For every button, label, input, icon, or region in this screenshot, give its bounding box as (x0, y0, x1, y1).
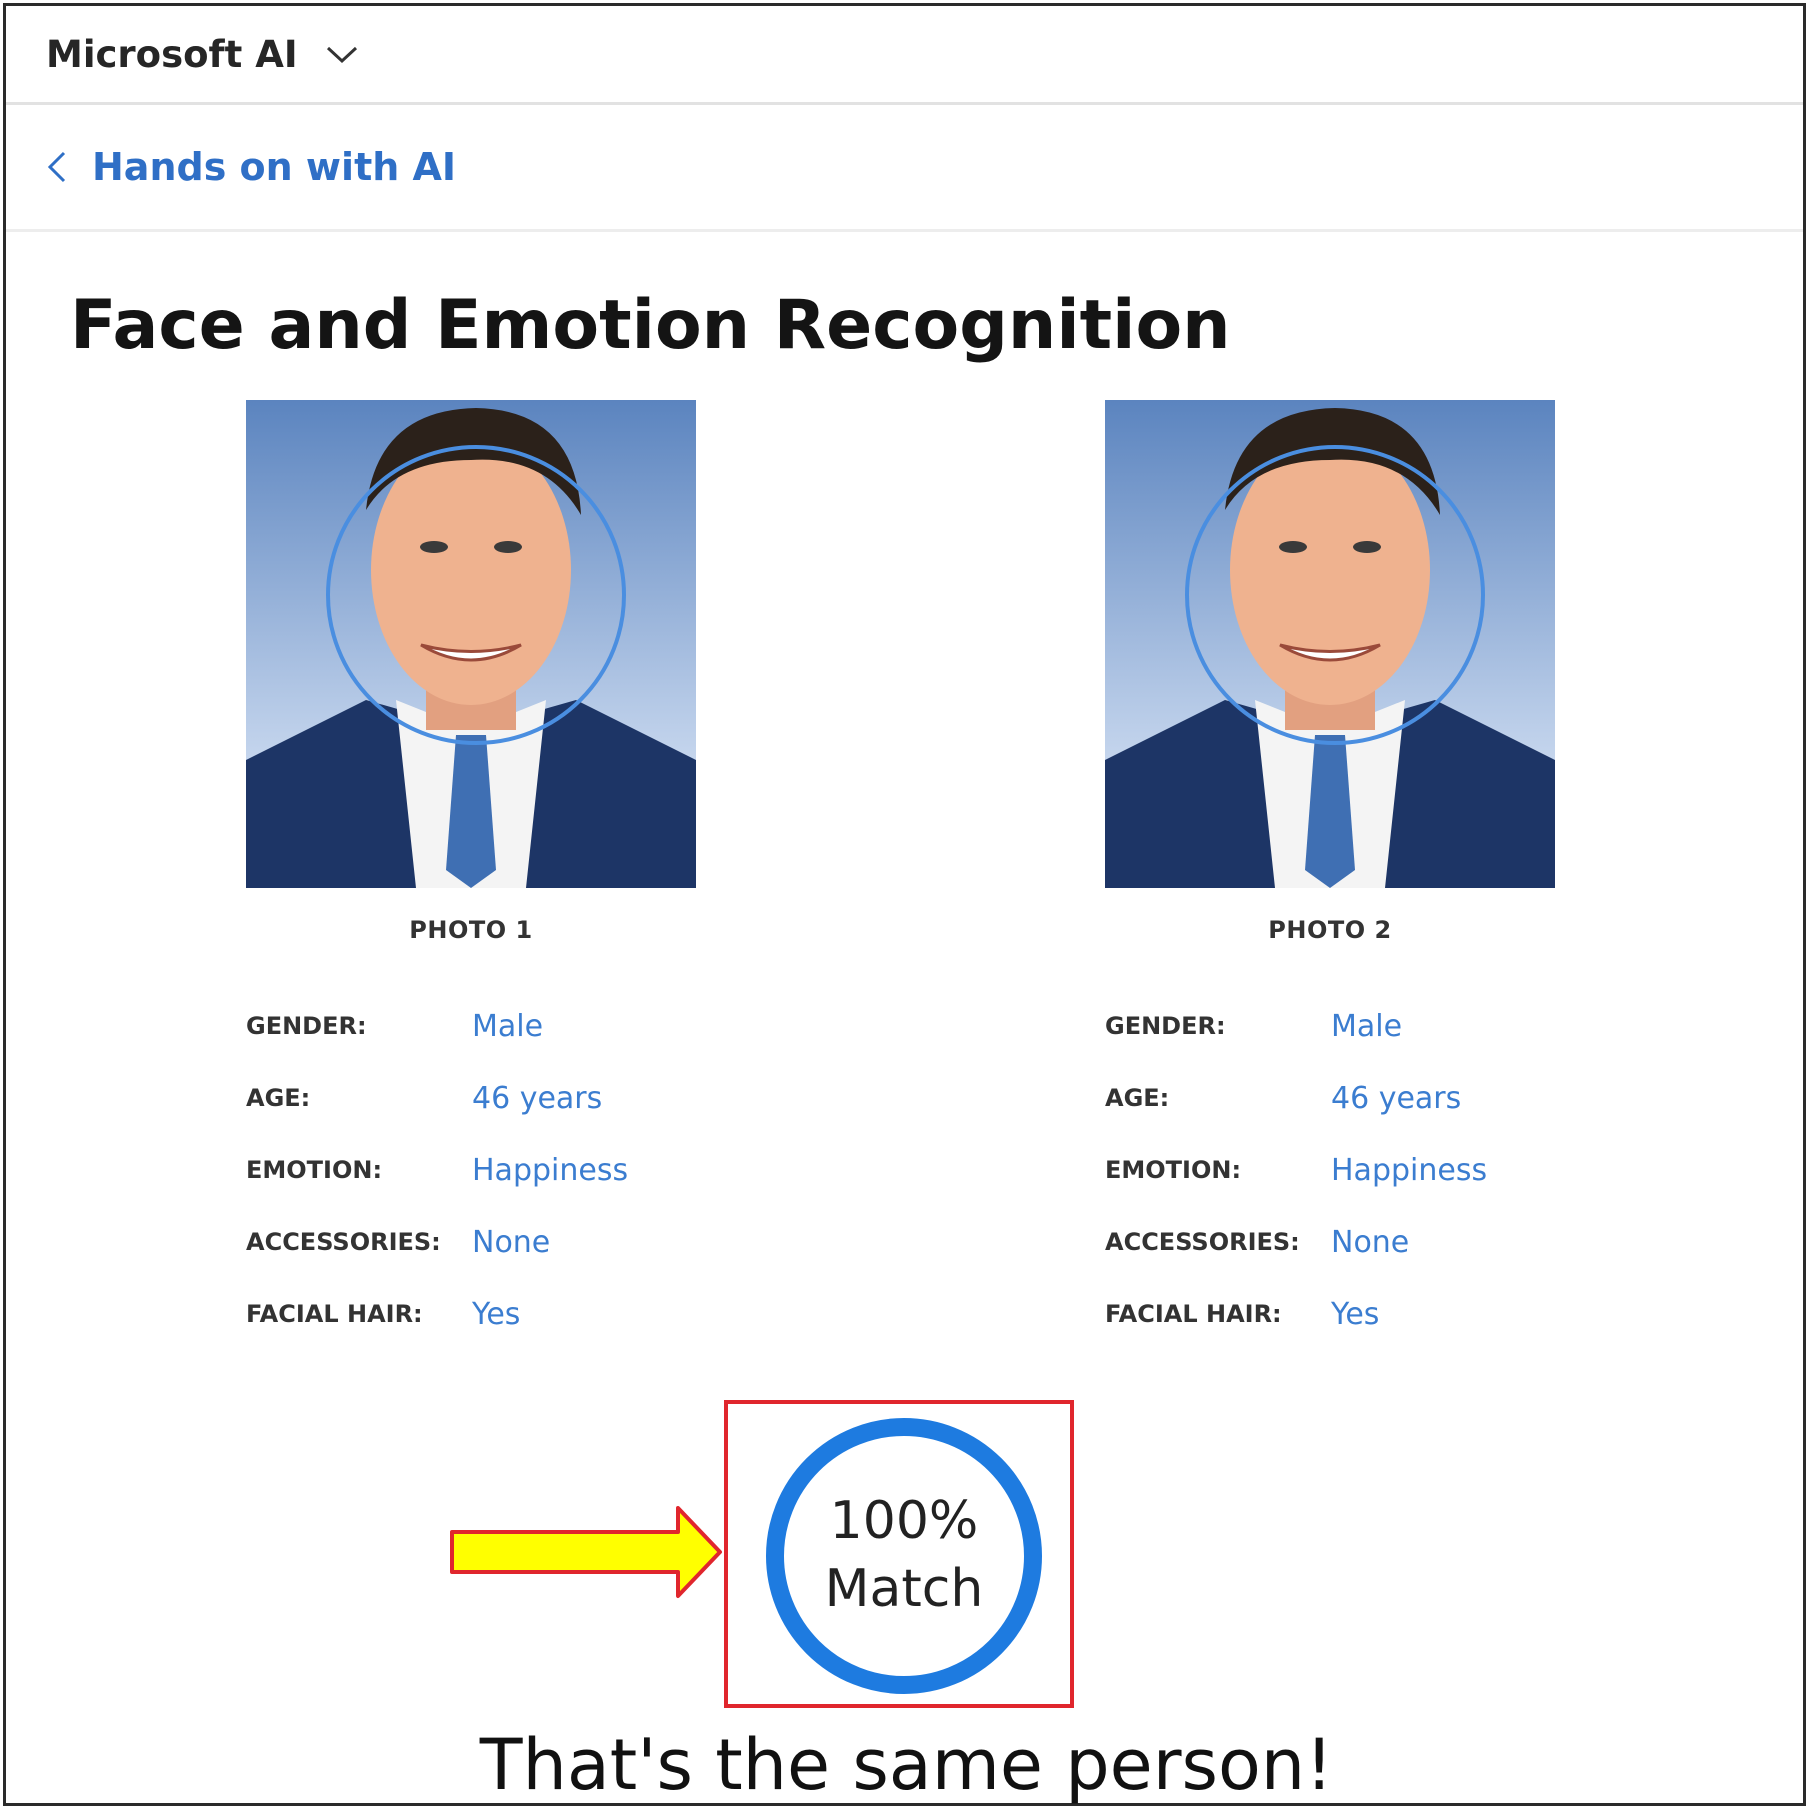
attr-label: FACIAL HAIR: (246, 1300, 423, 1328)
face-photo-2 (1105, 400, 1555, 888)
page-title: Face and Emotion Recognition (70, 286, 1231, 365)
attr-row-facial-hair: FACIAL HAIR: Yes (1105, 1278, 1665, 1350)
chevron-down-icon (326, 46, 357, 64)
match-score-ring: 100% Match (766, 1418, 1042, 1694)
attr-label: AGE: (246, 1084, 311, 1112)
top-bar: Microsoft AI (6, 6, 1803, 105)
attr-value: 46 years (472, 1080, 603, 1116)
attr-value: None (1331, 1224, 1410, 1260)
sub-navigation: Hands on with AI (6, 105, 1803, 232)
attr-row-accessories: ACCESSORIES: None (1105, 1206, 1665, 1278)
attr-row-emotion: EMOTION: Happiness (1105, 1134, 1665, 1206)
attr-row-gender: GENDER: Male (246, 990, 806, 1062)
attr-value: Happiness (472, 1152, 629, 1188)
attr-label: ACCESSORIES: (1105, 1228, 1300, 1256)
attr-label: GENDER: (1105, 1012, 1226, 1040)
photo-2-caption: PHOTO 2 (1268, 916, 1392, 944)
attr-value: Yes (472, 1296, 521, 1332)
attr-label: AGE: (1105, 1084, 1170, 1112)
back-link-label: Hands on with AI (92, 145, 457, 189)
arrow-right-icon (450, 1506, 722, 1598)
photo-1-caption: PHOTO 1 (409, 916, 533, 944)
attr-row-age: AGE: 46 years (1105, 1062, 1665, 1134)
attr-row-accessories: ACCESSORIES: None (246, 1206, 806, 1278)
attr-value: Male (1331, 1008, 1403, 1044)
attr-row-gender: GENDER: Male (1105, 990, 1665, 1062)
match-label: Match (824, 1559, 984, 1619)
attributes-photo-1: GENDER: Male AGE: 46 years EMOTION: Happ… (246, 990, 806, 1350)
attr-label: GENDER: (246, 1012, 367, 1040)
match-percent: 100% (829, 1491, 979, 1552)
photo-card-1: PHOTO 1 (246, 400, 696, 944)
attr-value: Yes (1331, 1296, 1380, 1332)
attr-value: Male (472, 1008, 544, 1044)
match-verdict: That's the same person! (479, 1724, 1334, 1806)
back-link[interactable]: Hands on with AI (42, 145, 456, 189)
face-photo-1 (246, 400, 696, 888)
attr-row-emotion: EMOTION: Happiness (246, 1134, 806, 1206)
attributes-photo-2: GENDER: Male AGE: 46 years EMOTION: Happ… (1105, 990, 1665, 1350)
attr-label: EMOTION: (246, 1156, 383, 1184)
attr-value: Happiness (1331, 1152, 1488, 1188)
attr-value: 46 years (1331, 1080, 1462, 1116)
brand-menu[interactable]: Microsoft AI (46, 33, 360, 76)
photo-card-2: PHOTO 2 (1105, 400, 1555, 944)
attr-label: ACCESSORIES: (246, 1228, 441, 1256)
attr-row-facial-hair: FACIAL HAIR: Yes (246, 1278, 806, 1350)
attr-row-age: AGE: 46 years (246, 1062, 806, 1134)
attr-label: FACIAL HAIR: (1105, 1300, 1282, 1328)
match-highlight-box: 100% Match (724, 1400, 1074, 1708)
chevron-left-icon (47, 151, 66, 183)
attr-value: None (472, 1224, 551, 1260)
brand-name: Microsoft AI (46, 32, 298, 76)
attr-label: EMOTION: (1105, 1156, 1242, 1184)
